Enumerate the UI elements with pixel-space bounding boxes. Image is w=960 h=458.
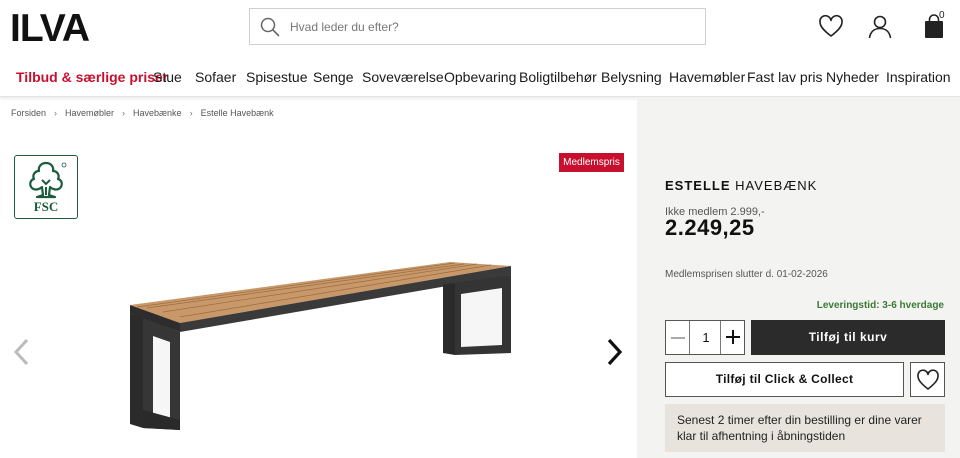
delivery-time: Leveringstid: 3-6 hverdage [816, 300, 944, 311]
product-image[interactable] [125, 250, 515, 435]
breadcrumb-home[interactable]: Forsiden [11, 108, 46, 118]
breadcrumb-separator: › [122, 108, 126, 118]
main-nav: Tilbud & særlige priser Stue Sofaer Spis… [0, 56, 960, 97]
minus-icon[interactable] [666, 321, 690, 354]
breadcrumb-separator: › [54, 108, 58, 118]
nav-item-inspiration[interactable]: Inspiration [886, 69, 951, 85]
chevron-left-icon[interactable] [10, 336, 34, 368]
add-to-cart-button[interactable]: Tilføj til kurv [751, 320, 945, 355]
pickup-info-box: Senest 2 timer efter din bestilling er d… [665, 404, 945, 452]
nav-item-nyheder[interactable]: Nyheder [826, 69, 879, 85]
click-collect-button[interactable]: Tilføj til Click & Collect [665, 362, 904, 397]
search-bar[interactable] [249, 8, 706, 45]
nav-item-fast-lav-pris[interactable]: Fast lav pris [747, 69, 822, 85]
quantity-value[interactable]: 1 [690, 321, 722, 354]
wishlist-button[interactable] [910, 362, 945, 397]
chevron-right-icon[interactable] [602, 336, 626, 368]
product-category: HAVEBÆNK [735, 178, 818, 193]
breadcrumb-havemobler[interactable]: Havemøbler [65, 108, 114, 118]
logo-text: ILVA [10, 10, 90, 44]
breadcrumb-current: Estelle Havebænk [200, 108, 274, 118]
heart-icon [917, 369, 939, 390]
breadcrumb: Forsiden › Havemøbler › Havebænke › Estelle Ha… [11, 108, 274, 118]
fsc-label: FSC [34, 199, 59, 214]
search-icon[interactable] [260, 17, 280, 37]
search-input[interactable] [290, 9, 690, 44]
cart-count-badge: 0 [939, 10, 945, 21]
nav-item-sofaer[interactable]: Sofaer [195, 69, 236, 85]
nav-item-stue[interactable]: Stue [153, 69, 182, 85]
nav-item-opbevaring[interactable]: Opbevaring [444, 69, 516, 85]
nav-item-boligtilbehor[interactable]: Boligtilbehør [519, 69, 597, 85]
product-name: ESTELLE [665, 178, 731, 193]
nav-item-senge[interactable]: Senge [313, 69, 353, 85]
nav-item-offers[interactable]: Tilbud & særlige priser [16, 69, 168, 85]
breadcrumb-havebaenke[interactable]: Havebænke [133, 108, 182, 118]
product-title: ESTELLE HAVEBÆNK [665, 178, 817, 193]
nav-item-spisestue[interactable]: Spisestue [246, 69, 307, 85]
fsc-tree-icon: FSC [29, 161, 67, 214]
plus-icon[interactable] [720, 321, 744, 354]
nav-item-havemobler[interactable]: Havemøbler [669, 69, 745, 85]
nav-item-sovevaerelse[interactable]: Soveværelse [362, 69, 444, 85]
heart-icon[interactable] [818, 14, 844, 40]
user-icon[interactable] [867, 14, 893, 40]
breadcrumb-separator: › [189, 108, 193, 118]
member-price: 2.249,25 [665, 215, 755, 240]
fsc-badge: FSC [14, 155, 78, 219]
ilva-logo[interactable]: ILVA [10, 10, 114, 44]
quantity-stepper[interactable]: 1 [665, 320, 745, 355]
member-price-end-date: Medlemsprisen slutter d. 01-02-2026 [665, 269, 828, 280]
site-header: ILVA 0 [0, 0, 960, 56]
nav-item-belysning[interactable]: Belysning [601, 69, 662, 85]
member-price-badge: Medlemspris [559, 153, 624, 172]
